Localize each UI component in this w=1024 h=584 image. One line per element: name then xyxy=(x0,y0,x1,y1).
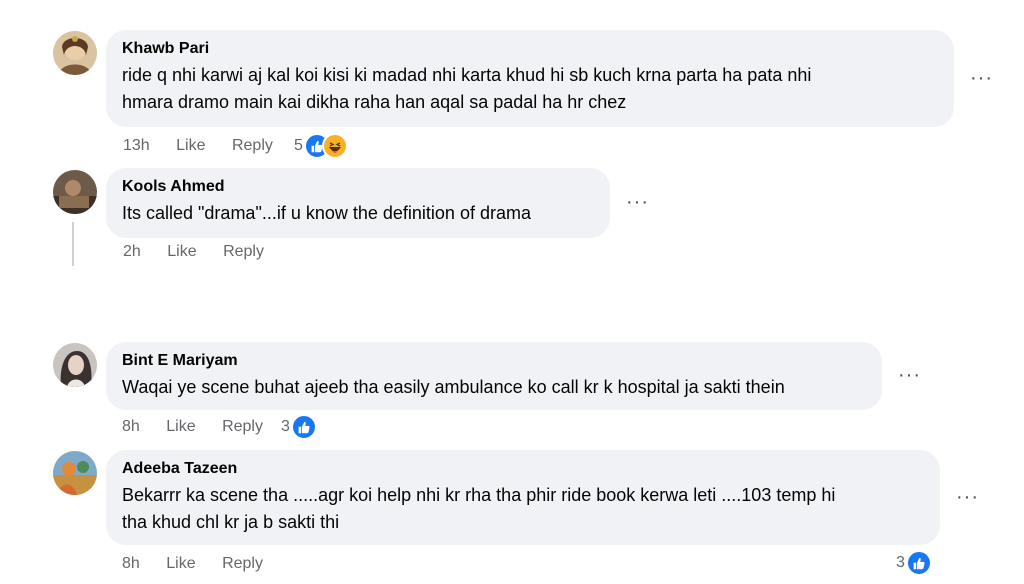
comment-text-line: Bekarrr ka scene tha .....agr koi help n… xyxy=(122,485,836,505)
comment-bubble: Khawb Pari ride q nhi karwi aj kal koi k… xyxy=(106,30,954,127)
reaction-summary[interactable]: 3 xyxy=(896,550,932,576)
comment-bubble: Adeeba Tazeen Bekarrr ka scene tha .....… xyxy=(106,450,940,545)
avatar[interactable] xyxy=(53,31,97,75)
reaction-count: 5 xyxy=(294,137,303,154)
comment-text: Its called "drama"...if u know the defin… xyxy=(122,200,594,227)
comment-text: Bekarrr ka scene tha .....agr koi help n… xyxy=(122,482,924,536)
avatar[interactable] xyxy=(53,170,97,214)
like-icon xyxy=(290,414,317,440)
reply-button[interactable]: Reply xyxy=(223,242,264,262)
more-options-icon[interactable]: ··· xyxy=(626,192,649,212)
comment-text-line: hmara dramo main kai dikha raha han aqal… xyxy=(122,92,627,112)
comment-bubble: Bint E Mariyam Waqai ye scene buhat ajee… xyxy=(106,342,882,410)
comment-bubble: Kools Ahmed Its called "drama"...if u kn… xyxy=(106,168,610,238)
avatar[interactable] xyxy=(53,451,97,495)
more-options-icon[interactable]: ··· xyxy=(956,487,979,507)
comment-time[interactable]: 13h xyxy=(123,136,150,156)
comment-time[interactable]: 2h xyxy=(123,242,141,262)
more-options-icon[interactable]: ··· xyxy=(898,365,921,385)
comment-author[interactable]: Khawb Pari xyxy=(122,39,938,59)
like-icon xyxy=(905,550,932,576)
comment-text-line: tha khud chl kr ja b sakti thi xyxy=(122,512,340,532)
comment-author[interactable]: Bint E Mariyam xyxy=(122,351,866,371)
avatar[interactable] xyxy=(53,343,97,387)
comment-actions: 2h Like Reply xyxy=(123,242,264,262)
like-button[interactable]: Like xyxy=(166,417,195,437)
like-button[interactable]: Like xyxy=(176,136,205,156)
reaction-count: 3 xyxy=(281,418,290,435)
comment-text: Waqai ye scene buhat ajeeb tha easily am… xyxy=(122,374,866,401)
reply-button[interactable]: Reply xyxy=(222,554,263,574)
more-options-icon[interactable]: ··· xyxy=(970,68,993,88)
comment-actions: 8h Like Reply xyxy=(122,554,263,574)
haha-icon xyxy=(321,133,348,159)
reply-button[interactable]: Reply xyxy=(222,417,263,437)
comment-actions: 8h Like Reply xyxy=(122,417,263,437)
comment-text: ride q nhi karwi aj kal koi kisi ki mada… xyxy=(122,62,938,116)
comment-actions: 13h Like Reply xyxy=(123,136,273,156)
reaction-summary[interactable]: 5 xyxy=(294,133,348,159)
comment-time[interactable]: 8h xyxy=(122,417,140,437)
comment-author[interactable]: Adeeba Tazeen xyxy=(122,459,924,479)
reaction-count: 3 xyxy=(896,554,905,571)
comment-author[interactable]: Kools Ahmed xyxy=(122,177,594,197)
like-button[interactable]: Like xyxy=(166,554,195,574)
like-button[interactable]: Like xyxy=(167,242,196,262)
reaction-summary[interactable]: 3 xyxy=(281,414,317,440)
comment-text-line: Its called "drama"...if u know the defin… xyxy=(122,203,531,223)
comment-text-line: Waqai ye scene buhat ajeeb tha easily am… xyxy=(122,377,785,397)
comment-time[interactable]: 8h xyxy=(122,554,140,574)
thread-line xyxy=(72,222,74,266)
comment-text-line: ride q nhi karwi aj kal koi kisi ki mada… xyxy=(122,65,812,85)
reply-button[interactable]: Reply xyxy=(232,136,273,156)
